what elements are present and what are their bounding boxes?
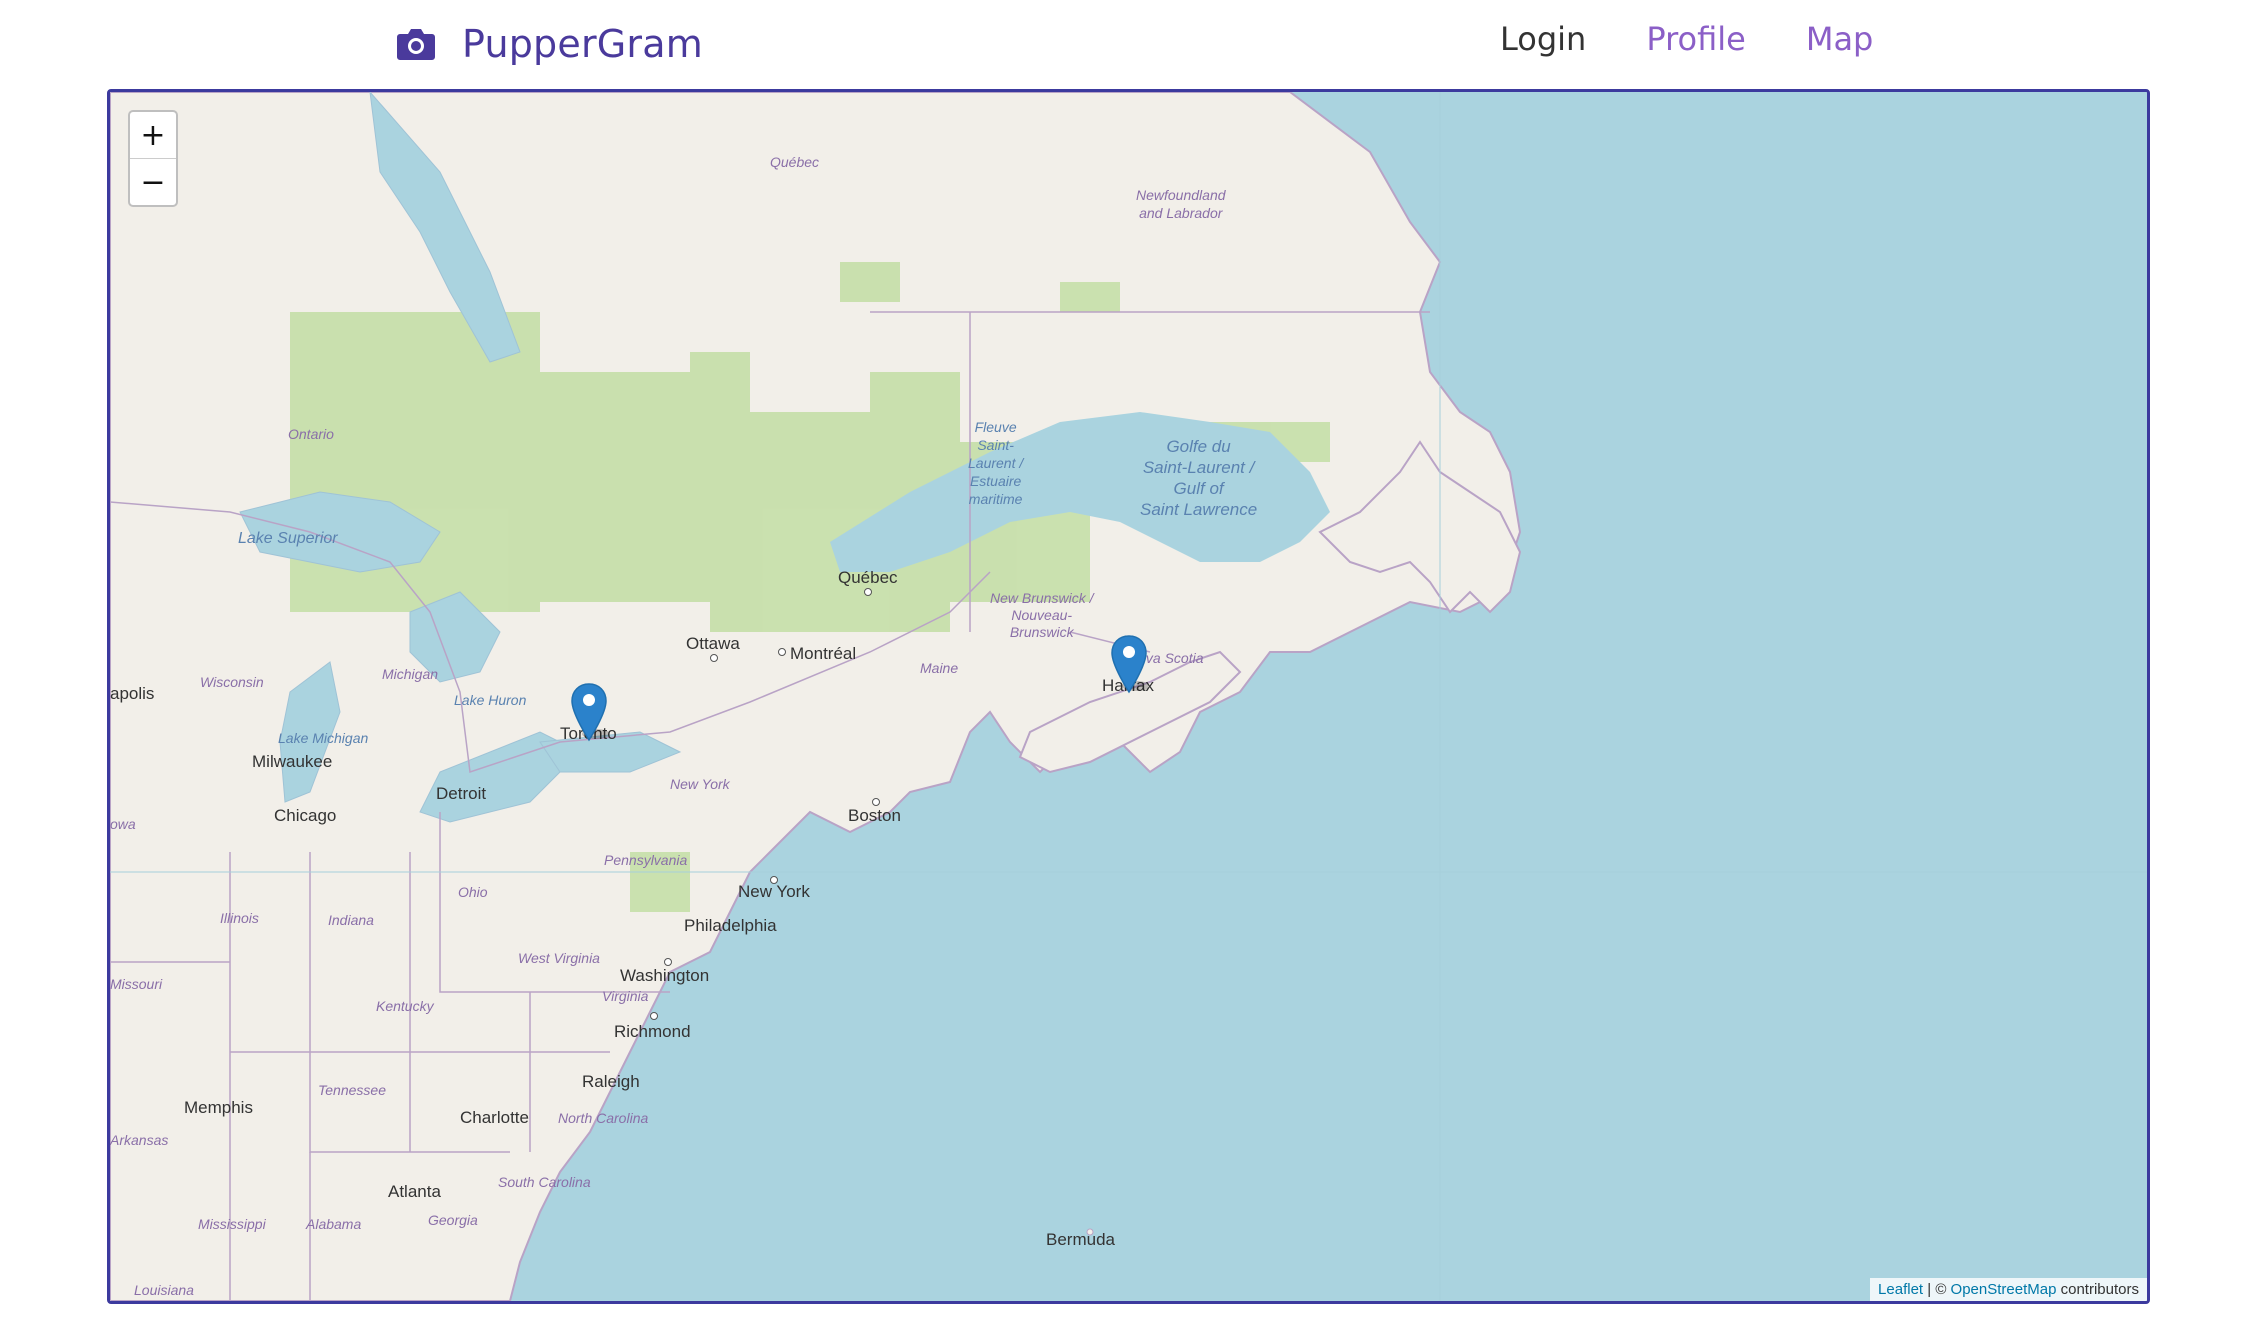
top-navbar: PupperGram Login Profile Map bbox=[0, 0, 2248, 88]
label-region-west-virginia: West Virginia bbox=[518, 950, 600, 966]
attribution-contributors: contributors bbox=[2056, 1281, 2139, 1298]
label-region-wisconsin: Wisconsin bbox=[200, 674, 264, 690]
label-city-charlotte: Charlotte bbox=[460, 1108, 529, 1127]
city-dot-boston bbox=[872, 798, 880, 806]
label-city-detroit: Detroit bbox=[436, 784, 487, 803]
label-gulf-line3: Gulf of bbox=[1173, 479, 1224, 498]
zoom-control: + − bbox=[128, 110, 178, 207]
label-region-pennsylvania: Pennsylvania bbox=[604, 852, 688, 868]
label-region-newfoundland-line1: Newfoundland bbox=[1136, 187, 1226, 203]
label-city-new-york: New York bbox=[738, 882, 810, 901]
label-city-milwaukee: Milwaukee bbox=[252, 752, 333, 771]
label-gulf: Golfe du Saint-Laurent / Gulf of Saint L… bbox=[1140, 436, 1257, 520]
label-region-virginia: Virginia bbox=[602, 988, 649, 1004]
nav-map[interactable]: Map bbox=[1806, 20, 1874, 58]
label-region-ontario: Ontario bbox=[288, 426, 334, 442]
label-lake-huron: Lake Huron bbox=[454, 692, 527, 708]
label-region-louisiana: Louisiana bbox=[134, 1282, 194, 1298]
label-city-chicago: Chicago bbox=[274, 806, 337, 825]
label-region-michigan: Michigan bbox=[382, 666, 439, 682]
label-region-missouri: Missouri bbox=[110, 976, 163, 992]
label-region-ohio: Ohio bbox=[458, 884, 488, 900]
label-city-raleigh: Raleigh bbox=[582, 1072, 640, 1091]
map-container[interactable]: Lake Superior Lake Huron Lake Michigan F… bbox=[107, 89, 2150, 1304]
label-city-philadelphia: Philadelphia bbox=[684, 916, 777, 935]
label-region-kentucky: Kentucky bbox=[376, 998, 434, 1014]
label-gulf-line1: Golfe du bbox=[1166, 437, 1231, 456]
label-city-memphis: Memphis bbox=[184, 1098, 253, 1117]
city-dot-washington bbox=[664, 958, 672, 966]
nav-links: Login Profile Map bbox=[1500, 20, 1873, 58]
zoom-out-button[interactable]: − bbox=[130, 159, 176, 205]
label-region-new-york: New York bbox=[670, 776, 730, 792]
label-region-tennessee: Tennessee bbox=[318, 1082, 386, 1098]
label-fleuve-line5: maritime bbox=[968, 491, 1023, 507]
label-gulf-line4: Saint Lawrence bbox=[1140, 500, 1258, 519]
label-region-new-brunswick: New Brunswick / Nouveau- Brunswick bbox=[990, 590, 1093, 641]
label-city-washington: Washington bbox=[620, 966, 710, 985]
map-pin-icon bbox=[571, 683, 610, 742]
city-dot-ottawa bbox=[710, 654, 718, 662]
label-fleuve: Fleuve Saint- Laurent / Estuaire maritim… bbox=[968, 418, 1023, 508]
label-lake-michigan: Lake Michigan bbox=[278, 730, 369, 746]
city-dot-new-york bbox=[770, 876, 778, 884]
label-fleuve-line3: Laurent / bbox=[968, 455, 1024, 471]
brand-name: PupperGram bbox=[462, 22, 703, 66]
label-region-nb-line2: Nouveau- bbox=[1011, 607, 1073, 623]
label-region-arkansas: Arkansas bbox=[110, 1132, 169, 1148]
label-region-newfoundland: Newfoundland and Labrador bbox=[1136, 186, 1226, 222]
map-marker-halifax[interactable] bbox=[1110, 634, 1150, 694]
label-city-boston: Boston bbox=[848, 806, 901, 825]
label-city-bermuda: Bermuda bbox=[1046, 1230, 1115, 1249]
label-region-newfoundland-line2: and Labrador bbox=[1139, 205, 1223, 221]
label-city-richmond: Richmond bbox=[614, 1022, 691, 1041]
nav-login[interactable]: Login bbox=[1500, 20, 1586, 58]
label-region-quebec: Québec bbox=[770, 154, 820, 170]
label-region-nb-line3: Brunswick bbox=[1009, 624, 1074, 640]
label-region-nb-line1: New Brunswick / bbox=[990, 590, 1094, 606]
label-gulf-line2: Saint-Laurent / bbox=[1142, 458, 1255, 477]
label-lake-superior: Lake Superior bbox=[238, 530, 338, 547]
label-city-ottawa: Ottawa bbox=[686, 634, 740, 653]
map-marker-toronto[interactable] bbox=[570, 682, 610, 742]
label-region-indiana: Indiana bbox=[328, 912, 374, 928]
label-region-iowa: owa bbox=[110, 816, 136, 832]
zoom-in-button[interactable]: + bbox=[130, 112, 176, 159]
osm-link[interactable]: OpenStreetMap bbox=[1951, 1281, 2057, 1298]
label-city-apolis: apolis bbox=[110, 684, 155, 703]
brand[interactable]: PupperGram bbox=[392, 14, 703, 74]
leaflet-link[interactable]: Leaflet bbox=[1878, 1281, 1923, 1298]
city-dot-montreal bbox=[778, 648, 786, 656]
label-region-north-carolina: North Carolina bbox=[558, 1110, 649, 1126]
label-fleuve-line2: Saint- bbox=[977, 437, 1014, 453]
label-region-alabama: Alabama bbox=[306, 1216, 362, 1232]
label-region-mississippi: Mississippi bbox=[198, 1216, 266, 1232]
label-region-maine: Maine bbox=[920, 660, 959, 676]
map-tiles[interactable] bbox=[110, 92, 2147, 1301]
label-fleuve-line1: Fleuve bbox=[974, 419, 1017, 435]
label-city-montreal: Montréal bbox=[790, 644, 857, 663]
city-dot-quebec bbox=[864, 588, 872, 596]
label-fleuve-line4: Estuaire bbox=[969, 473, 1022, 489]
nav-profile[interactable]: Profile bbox=[1646, 20, 1746, 58]
label-city-quebec: Québec bbox=[838, 568, 898, 587]
map-pin-icon bbox=[1111, 635, 1150, 694]
label-city-atlanta: Atlanta bbox=[388, 1182, 441, 1201]
city-dot-richmond bbox=[650, 1012, 658, 1020]
label-region-south-carolina: South Carolina bbox=[498, 1174, 591, 1190]
map-attribution: Leaflet | © OpenStreetMap contributors bbox=[1870, 1278, 2147, 1301]
label-region-illinois: Illinois bbox=[220, 910, 259, 926]
attribution-sep: | © bbox=[1923, 1281, 1951, 1298]
label-region-georgia: Georgia bbox=[428, 1212, 478, 1228]
camera-icon bbox=[392, 20, 440, 68]
